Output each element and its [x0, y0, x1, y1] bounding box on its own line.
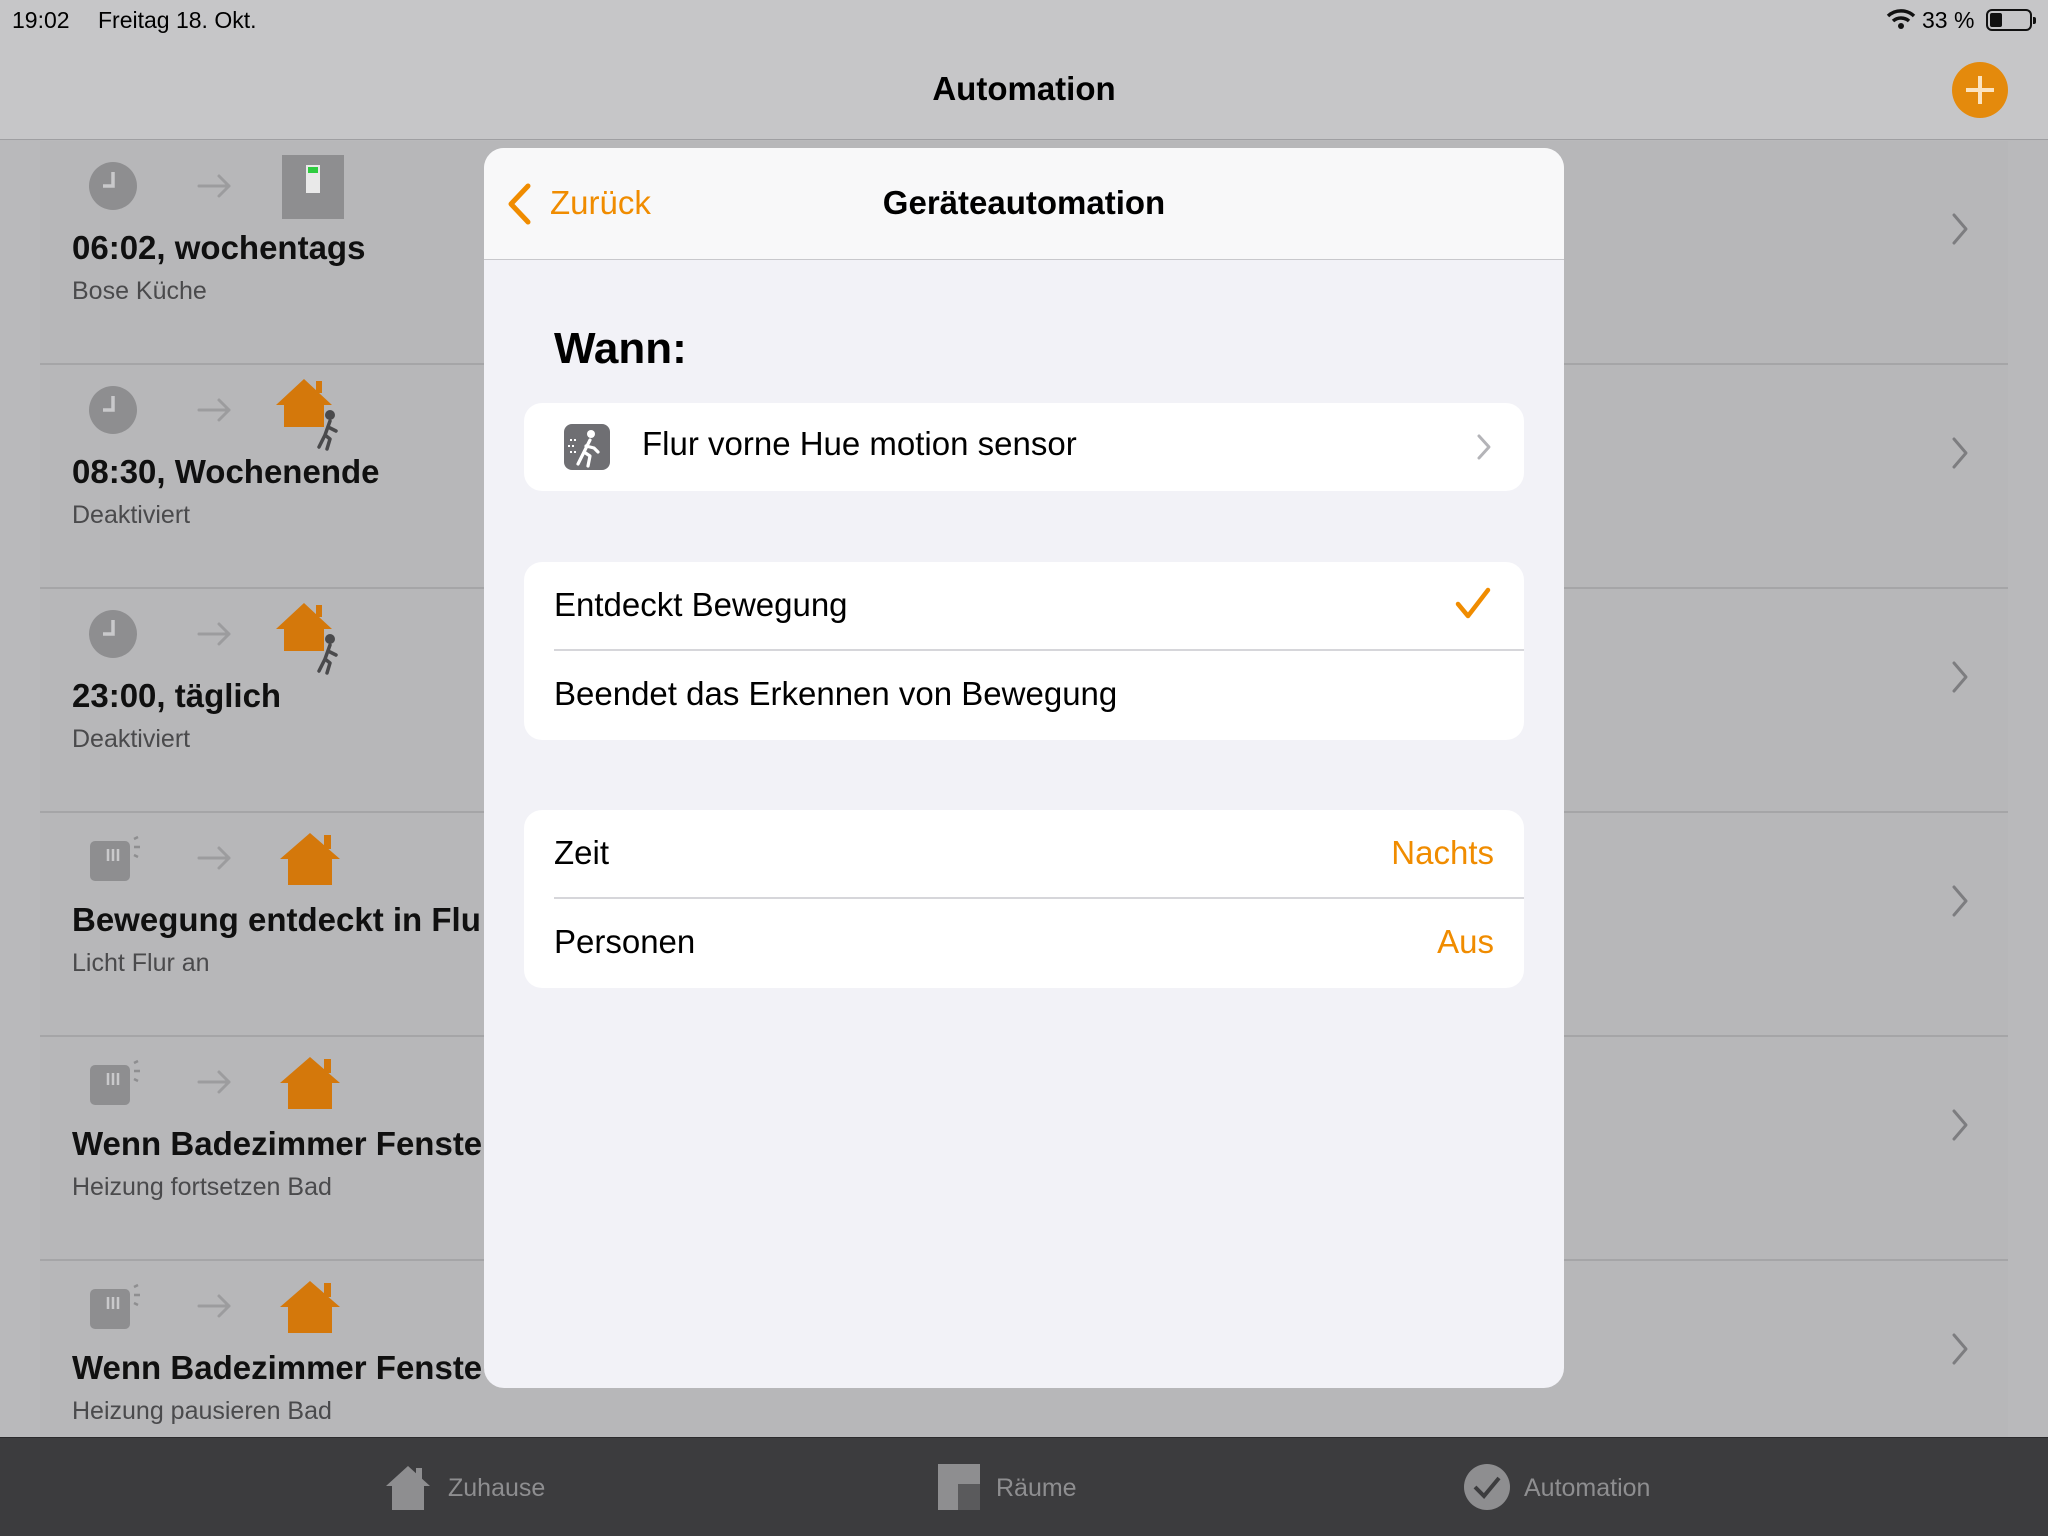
- device-automation-sheet: Zurück Geräteautomation Wann: Flur vorne…: [484, 148, 1564, 1388]
- condition-people-row[interactable]: Personen Aus: [524, 899, 1524, 988]
- tab-label-raeume: Räume: [996, 1474, 1077, 1502]
- clock-icon: [82, 155, 144, 217]
- arrow-right-icon: [195, 843, 235, 873]
- home-icon: [270, 1043, 350, 1123]
- tab-bar: Zuhause Räume Automation: [0, 1437, 2048, 1536]
- motion-options-group: Entdeckt Bewegung Beendet das Erkennen v…: [524, 562, 1524, 740]
- automation-subtitle: Bose Küche: [72, 277, 207, 305]
- chevron-right-icon: [1950, 883, 1970, 919]
- motion-sensor-icon: [564, 424, 610, 470]
- automation-tab-icon: [1464, 1464, 1510, 1510]
- page-title: Automation: [932, 70, 1116, 107]
- condition-value: Aus: [1437, 923, 1494, 960]
- checkmark-icon: [1455, 587, 1491, 619]
- battery-percent: 33 %: [1922, 7, 1975, 33]
- chevron-right-icon: [1950, 1107, 1970, 1143]
- condition-label: Zeit: [554, 834, 610, 871]
- sensor-icon: [82, 1275, 144, 1337]
- wifi-icon: [1886, 9, 1916, 29]
- option-stops-detecting-motion[interactable]: Beendet das Erkennen von Bewegung: [524, 651, 1524, 740]
- conditions-group: Zeit Nachts Personen Aus: [524, 810, 1524, 988]
- speaker-icon: [270, 147, 350, 227]
- option-detects-motion[interactable]: Entdeckt Bewegung: [524, 562, 1524, 651]
- arrow-right-icon: [195, 619, 235, 649]
- tab-label-automation: Automation: [1524, 1474, 1651, 1502]
- tab-zuhause[interactable]: Zuhause: [380, 1438, 580, 1536]
- chevron-right-icon: [1950, 659, 1970, 695]
- chevron-right-icon: [1950, 211, 1970, 247]
- automation-title: Wenn Badezimmer Fenste: [72, 1349, 483, 1386]
- arrow-right-icon: [195, 395, 235, 425]
- chevron-right-icon: [1950, 435, 1970, 471]
- condition-label: Personen: [554, 923, 696, 960]
- sheet-title: Geräteautomation: [882, 184, 1166, 221]
- condition-value: Nachts: [1391, 834, 1494, 871]
- home-tab-icon: [386, 1466, 430, 1510]
- sensor-icon: [82, 1051, 144, 1113]
- device-row[interactable]: Flur vorne Hue motion sensor: [524, 403, 1524, 491]
- sensor-icon: [82, 827, 144, 889]
- tab-label-zuhause: Zuhause: [448, 1474, 546, 1502]
- home-person-icon: [270, 371, 350, 451]
- device-name: Flur vorne Hue motion sensor: [642, 425, 1077, 462]
- automation-title: Wenn Badezimmer Fenste: [72, 1125, 483, 1162]
- option-label: Beendet das Erkennen von Bewegung: [554, 675, 1118, 712]
- automation-title: 06:02, wochentags: [72, 229, 366, 266]
- home-icon: [270, 1267, 350, 1347]
- home-person-icon: [270, 595, 350, 675]
- chevron-right-icon: [1477, 434, 1491, 460]
- battery-icon: [1986, 9, 2036, 31]
- clock-icon: [82, 603, 144, 665]
- section-title: Wann:: [554, 324, 687, 373]
- status-time: 19:02: [12, 7, 70, 33]
- status-bar: 19:02 Freitag 18. Okt. 33 %: [0, 0, 2048, 40]
- chevron-right-icon: [1950, 1331, 1970, 1367]
- sheet-header: Zurück Geräteautomation: [484, 148, 1564, 260]
- tab-automation[interactable]: Automation: [1462, 1438, 1702, 1536]
- status-date: Freitag 18. Okt.: [98, 7, 257, 33]
- tab-raeume[interactable]: Räume: [936, 1438, 1136, 1536]
- rooms-tab-icon: [938, 1464, 980, 1510]
- arrow-right-icon: [195, 1067, 235, 1097]
- option-label: Entdeckt Bewegung: [554, 586, 848, 623]
- automation-title: 23:00, täglich: [72, 677, 282, 714]
- add-automation-button[interactable]: [1952, 62, 2008, 118]
- automation-subtitle: Licht Flur an: [72, 949, 210, 977]
- automation-subtitle: Deaktiviert: [72, 501, 191, 529]
- automation-subtitle: Deaktiviert: [72, 725, 191, 753]
- arrow-right-icon: [195, 171, 235, 201]
- automation-title: 08:30, Wochenende: [72, 453, 380, 490]
- automation-subtitle: Heizung fortsetzen Bad: [72, 1173, 332, 1201]
- automation-subtitle: Heizung pausieren Bad: [72, 1397, 332, 1425]
- automation-title: Bewegung entdeckt in Flu: [72, 901, 481, 938]
- clock-icon: [82, 379, 144, 441]
- arrow-right-icon: [195, 1291, 235, 1321]
- condition-time-row[interactable]: Zeit Nachts: [524, 810, 1524, 899]
- home-icon: [270, 819, 350, 899]
- navigation-bar: Automation: [0, 40, 2048, 140]
